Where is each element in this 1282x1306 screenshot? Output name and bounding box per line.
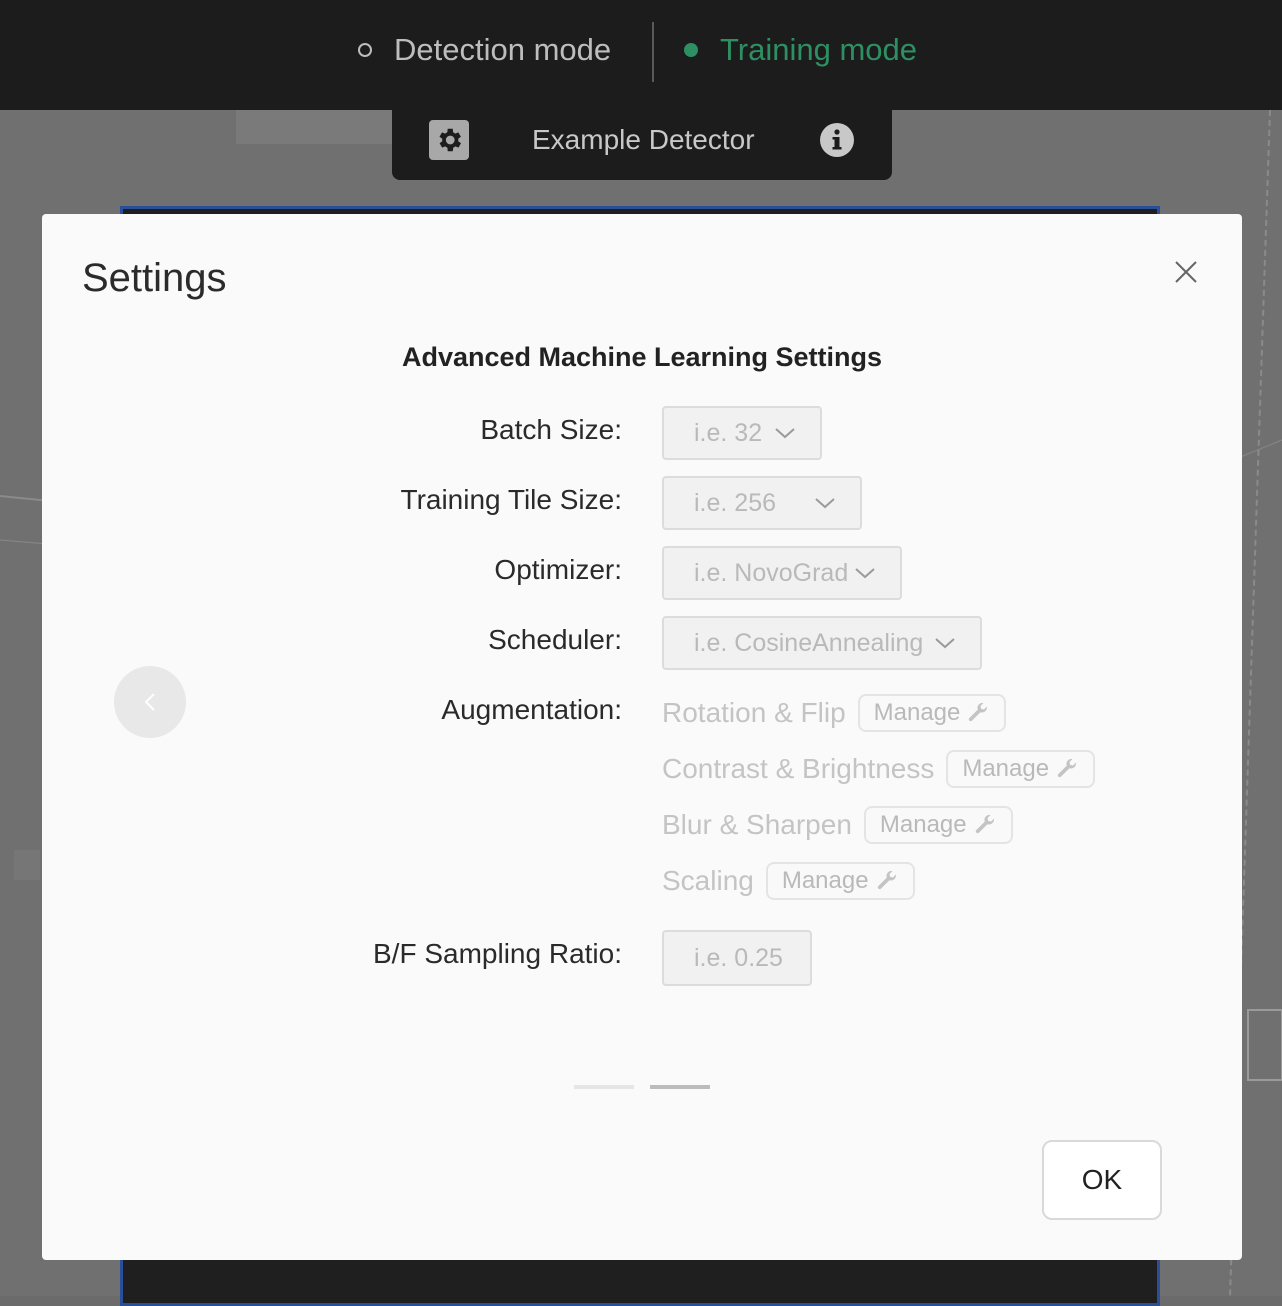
chevron-down-icon xyxy=(935,638,955,649)
optimizer-select[interactable]: i.e. NovoGrad xyxy=(662,546,902,600)
manage-label: Manage xyxy=(873,699,961,726)
optimizer-label: Optimizer: xyxy=(494,554,622,585)
radio-filled-icon xyxy=(684,43,698,57)
info-icon xyxy=(820,123,854,157)
wrench-icon xyxy=(969,702,988,722)
tile-size-label: Training Tile Size: xyxy=(400,484,623,515)
optimizer-placeholder: i.e. NovoGrad xyxy=(694,558,849,587)
manage-scaling-button[interactable]: Manage xyxy=(765,862,915,900)
augmentation-name: Blur & Sharpen xyxy=(662,809,852,840)
augmentation-name: Rotation & Flip xyxy=(662,697,846,728)
wrench-icon xyxy=(877,870,896,890)
augmentation-item: Scaling Manage xyxy=(662,862,915,900)
detector-toolbar: Example Detector xyxy=(392,110,892,180)
wrench-icon xyxy=(975,814,994,834)
augmentation-item: Rotation & Flip Manage xyxy=(662,694,1007,732)
detector-name: Example Detector xyxy=(532,124,755,155)
gear-icon xyxy=(439,128,461,152)
carousel-dot-1[interactable] xyxy=(574,1085,634,1089)
manage-rotation-flip-button[interactable]: Manage xyxy=(857,694,1007,732)
sampling-ratio-label: B/F Sampling Ratio: xyxy=(373,938,622,969)
training-mode-toggle[interactable]: Training mode xyxy=(684,28,917,72)
scheduler-select[interactable]: i.e. CosineAnnealing xyxy=(662,616,982,670)
detection-mode-label: Detection mode xyxy=(394,32,612,67)
info-button[interactable] xyxy=(819,122,855,158)
carousel-dot-2[interactable] xyxy=(650,1085,710,1089)
scheduler-label: Scheduler: xyxy=(488,624,622,655)
batch-size-placeholder: i.e. 32 xyxy=(694,418,763,447)
close-icon xyxy=(1175,261,1197,283)
sampling-ratio-input[interactable] xyxy=(662,930,812,986)
manage-contrast-brightness-button[interactable]: Manage xyxy=(946,750,1096,788)
close-button[interactable] xyxy=(1170,256,1202,288)
tile-size-select[interactable]: i.e. 256 xyxy=(662,476,862,530)
chevron-down-icon xyxy=(855,568,875,579)
manage-label: Manage xyxy=(879,811,967,838)
training-mode-label: Training mode xyxy=(720,32,918,67)
modal-title: Settings xyxy=(82,256,227,300)
chevron-down-icon xyxy=(815,498,835,509)
augmentation-name: Contrast & Brightness xyxy=(662,753,935,784)
settings-button[interactable] xyxy=(429,120,469,160)
tile-size-placeholder: i.e. 256 xyxy=(694,488,777,517)
manage-blur-sharpen-button[interactable]: Manage xyxy=(863,806,1013,844)
batch-size-label: Batch Size: xyxy=(480,414,622,445)
detection-mode-toggle[interactable]: Detection mode xyxy=(358,28,611,72)
augmentation-item: Contrast & Brightness Manage xyxy=(662,750,1096,788)
section-title: Advanced Machine Learning Settings xyxy=(401,342,883,372)
mode-divider xyxy=(652,22,654,82)
manage-label: Manage xyxy=(781,867,869,894)
augmentation-label: Augmentation: xyxy=(441,694,622,725)
settings-modal: Settings Advanced Machine Learning Setti… xyxy=(42,214,1242,1260)
scheduler-placeholder: i.e. CosineAnnealing xyxy=(694,628,924,657)
batch-size-select[interactable]: i.e. 32 xyxy=(662,406,822,460)
manage-label: Manage xyxy=(962,755,1050,782)
augmentation-name: Scaling xyxy=(662,865,754,896)
ok-button[interactable]: OK xyxy=(1042,1140,1162,1220)
chevron-down-icon xyxy=(775,428,795,439)
previous-page-button[interactable] xyxy=(114,666,186,738)
radio-empty-icon xyxy=(358,43,372,57)
chevron-left-icon xyxy=(144,693,155,711)
wrench-icon xyxy=(1057,758,1077,778)
mode-bar: Detection mode Training mode xyxy=(0,0,1282,110)
augmentation-item: Blur & Sharpen Manage xyxy=(662,806,1013,844)
